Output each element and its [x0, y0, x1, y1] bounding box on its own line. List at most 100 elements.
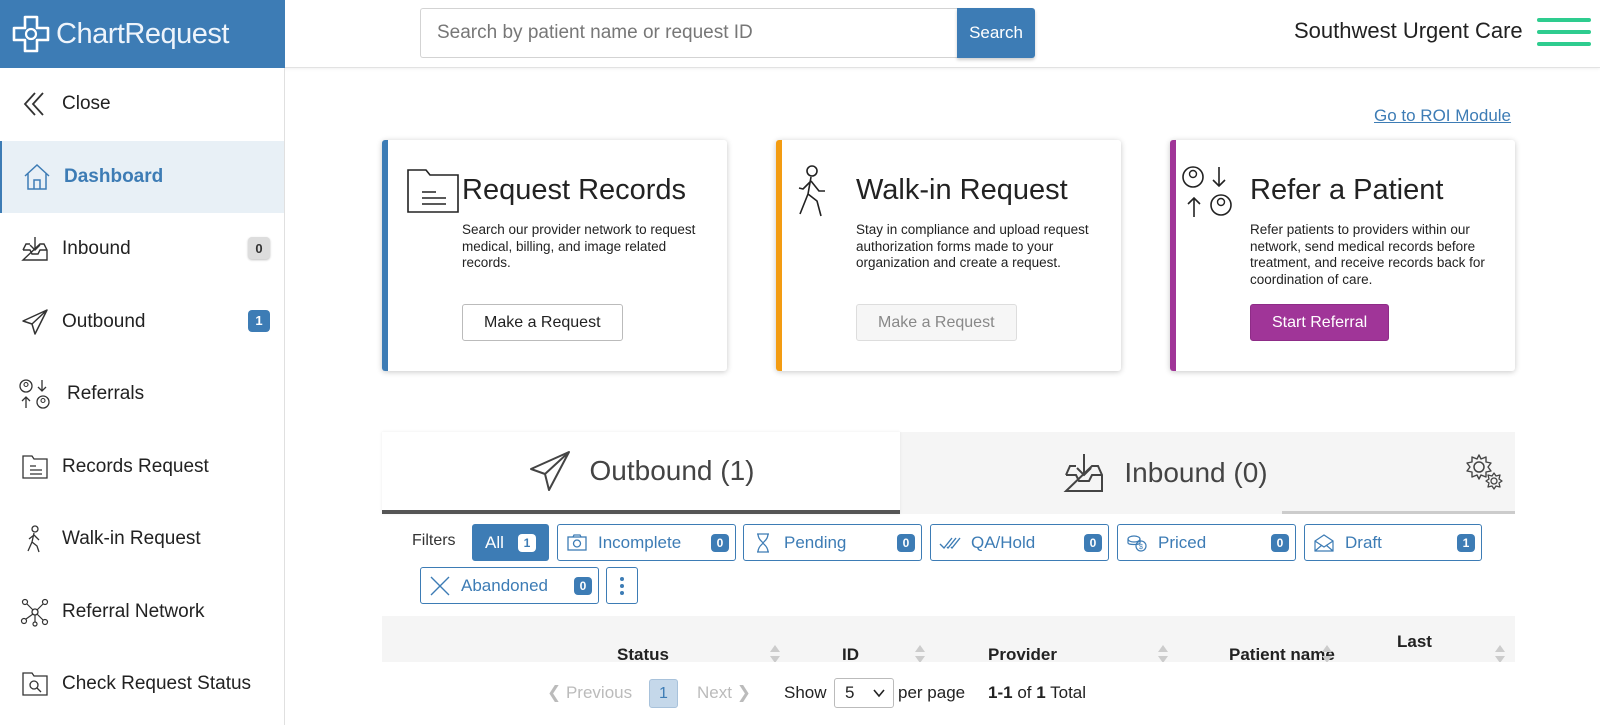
card-description: Search our provider network to request m…	[462, 222, 696, 270]
filter-count-badge: 0	[1084, 534, 1102, 552]
sidebar: Close Dashboard Inbound 0 Outbound 1 Ref…	[0, 68, 285, 725]
folder-document-icon	[407, 169, 459, 213]
column-header-last[interactable]: Last	[1397, 632, 1432, 652]
column-header-status[interactable]: Status	[617, 645, 669, 662]
filter-count-badge: 0	[711, 534, 729, 552]
sort-arrows-icon[interactable]	[1495, 645, 1505, 662]
make-a-request-disabled-button[interactable]: Make a Request	[856, 304, 1017, 341]
tab-divider	[1282, 511, 1515, 514]
filters-label: Filters	[412, 532, 456, 549]
next-page-button[interactable]: Next ❯	[697, 683, 751, 703]
sort-arrows-icon[interactable]	[1322, 645, 1332, 662]
x-close-icon	[430, 576, 450, 595]
start-referral-button[interactable]: Start Referral	[1250, 304, 1390, 341]
card-accent-stripe	[382, 140, 388, 371]
sidebar-item-label: Records Request	[62, 455, 209, 477]
filter-label: Incomplete	[598, 532, 682, 552]
paper-plane-icon	[529, 451, 570, 491]
sidebar-item-label: Dashboard	[64, 165, 164, 187]
network-icon	[18, 595, 52, 629]
sidebar-item-walk-in-request[interactable]: Walk-in Request	[0, 503, 284, 576]
go-to-roi-module-link[interactable]: Go to ROI Module	[1374, 106, 1511, 126]
card-title: Request Records	[462, 174, 687, 206]
open-envelope-icon	[1314, 533, 1334, 552]
page-size-select[interactable]: 5	[834, 678, 894, 708]
search-bar: Search	[420, 8, 1035, 58]
card-description: Refer patients to providers within our n…	[1250, 222, 1485, 287]
sidebar-item-referrals[interactable]: Referrals	[0, 358, 284, 431]
sidebar-item-label: Referral Network	[62, 600, 205, 622]
camera-icon	[567, 533, 587, 551]
sidebar-item-outbound[interactable]: Outbound 1	[0, 286, 284, 359]
sidebar-item-inbound[interactable]: Inbound 0	[0, 213, 284, 286]
column-header-id[interactable]: ID	[842, 645, 859, 662]
referral-users-icon	[18, 377, 52, 411]
logo-cross-icon	[12, 15, 50, 53]
sort-arrows-icon[interactable]	[1158, 645, 1168, 662]
card-description: Stay in compliance and upload request au…	[856, 222, 1089, 270]
more-filters-button[interactable]	[606, 567, 638, 604]
filter-abandoned[interactable]: Abandoned 0	[420, 567, 599, 604]
sort-arrows-icon[interactable]	[770, 645, 780, 662]
filter-draft[interactable]: Draft 1	[1304, 524, 1482, 561]
card-accent-stripe	[1170, 140, 1176, 371]
coins-icon: $	[1127, 534, 1147, 552]
filter-label: Pending	[784, 532, 847, 552]
card-title: Refer a Patient	[1250, 174, 1444, 206]
make-a-request-button[interactable]: Make a Request	[462, 304, 623, 341]
column-header-provider[interactable]: Provider	[988, 645, 1057, 662]
filter-label: All	[485, 532, 504, 552]
search-input[interactable]	[420, 8, 957, 58]
svg-text:$: $	[1139, 544, 1143, 551]
sidebar-item-referral-network[interactable]: Referral Network	[0, 576, 284, 649]
double-check-icon	[939, 537, 961, 549]
chevron-down-icon	[873, 689, 885, 698]
chevron-double-left-icon	[18, 87, 52, 121]
show-label: Show	[784, 683, 827, 702]
gear-settings-icon[interactable]	[1464, 452, 1504, 492]
tab-outbound[interactable]: Outbound (1)	[382, 432, 900, 514]
inbound-count-badge: 0	[248, 237, 270, 259]
results-total: 1-1 of 1 Total	[988, 683, 1087, 702]
filter-label: QA/Hold	[971, 532, 1036, 552]
inbox-download-icon	[18, 232, 52, 266]
filter-count-badge: 0	[574, 577, 592, 595]
filter-count-badge: 0	[897, 534, 915, 552]
sidebar-item-records-request[interactable]: Records Request	[0, 431, 284, 504]
page-number-button[interactable]: 1	[649, 679, 678, 708]
filter-pending[interactable]: Pending 0	[743, 524, 922, 561]
sidebar-item-label: Referrals	[67, 383, 145, 405]
filter-label: Abandoned	[461, 575, 548, 595]
organization-name[interactable]: Southwest Urgent Care	[1294, 18, 1523, 44]
top-bar: ChartRequest Search Southwest Urgent Car…	[0, 0, 1600, 68]
card-title: Walk-in Request	[856, 174, 1068, 206]
filter-incomplete[interactable]: Incomplete 0	[557, 524, 736, 561]
request-records-card: Request Records Search our provider netw…	[382, 140, 727, 371]
tab-inbound[interactable]: Inbound (0)	[900, 432, 1430, 514]
sidebar-item-label: Close	[62, 93, 111, 115]
filter-qa-hold[interactable]: QA/Hold 0	[930, 524, 1109, 561]
sidebar-item-label: Inbound	[62, 238, 131, 260]
referral-users-icon	[1182, 166, 1232, 217]
inbox-download-icon	[1063, 454, 1104, 492]
logo-text: ChartRequest	[56, 17, 229, 50]
home-icon	[20, 160, 54, 194]
walking-person-icon	[18, 522, 52, 556]
card-accent-stripe	[776, 140, 782, 371]
outbound-count-badge: 1	[248, 309, 270, 332]
filter-label: Priced	[1158, 532, 1207, 552]
previous-page-button[interactable]: ❮ Previous	[547, 683, 632, 703]
logo[interactable]: ChartRequest	[0, 0, 285, 68]
filter-priced[interactable]: $ Priced 0	[1117, 524, 1296, 561]
sidebar-item-close[interactable]: Close	[0, 68, 284, 141]
filter-all[interactable]: All 1	[472, 524, 549, 561]
tab-label: Outbound (1)	[589, 455, 755, 486]
column-header-patient-name[interactable]: Patient name	[1229, 645, 1335, 662]
hamburger-menu-icon[interactable]	[1537, 18, 1591, 48]
sidebar-item-label: Walk-in Request	[62, 528, 201, 550]
sort-arrows-icon[interactable]	[915, 645, 925, 662]
walk-in-request-card: Walk-in Request Stay in compliance and u…	[776, 140, 1121, 371]
pagination: ❮ Previous 1 Next ❯ Show 5 per page 1-1 …	[0, 676, 1600, 710]
search-button[interactable]: Search	[957, 8, 1035, 58]
sidebar-item-dashboard[interactable]: Dashboard	[0, 140, 284, 213]
